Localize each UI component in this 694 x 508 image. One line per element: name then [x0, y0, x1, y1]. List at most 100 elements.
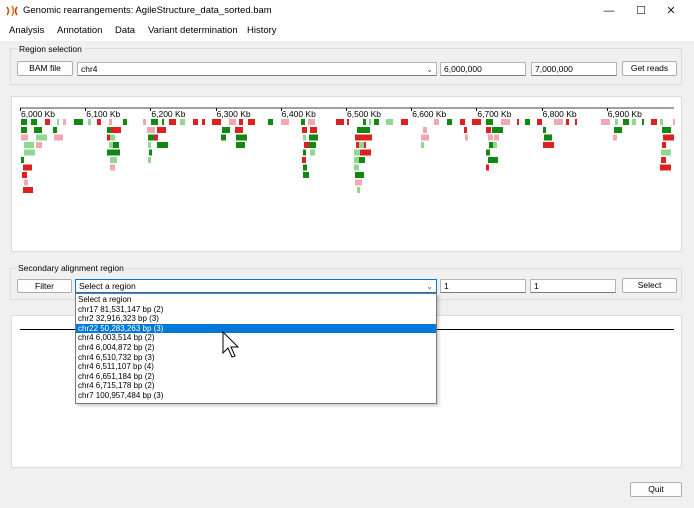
- window-title: Genomic rearrangements: AgileStructure_d…: [23, 5, 272, 16]
- read-block: [347, 119, 349, 125]
- read-block: [493, 142, 497, 148]
- read-block: [661, 157, 666, 163]
- read-block: [21, 127, 27, 133]
- read-block: [566, 119, 569, 125]
- read-block: [24, 142, 34, 148]
- dropdown-option[interactable]: chr4 6,510,732 bp (3): [76, 353, 436, 363]
- read-block: [222, 127, 230, 133]
- read-block: [112, 149, 120, 156]
- read-block: [22, 172, 27, 178]
- read-block: [544, 134, 552, 141]
- read-block: [357, 187, 360, 193]
- read-block: [543, 142, 554, 148]
- menu-annotation[interactable]: Annotation: [57, 25, 102, 36]
- read-block: [143, 119, 146, 125]
- menu-data[interactable]: Data: [115, 25, 135, 36]
- read-block: [361, 127, 370, 133]
- read-block: [36, 142, 42, 148]
- dropdown-option[interactable]: Select a region: [76, 295, 436, 305]
- read-block: [355, 172, 364, 178]
- read-block: [147, 127, 155, 133]
- secondary-region-label: Secondary alignment region: [16, 263, 126, 273]
- chevron-down-icon: ⌄: [426, 65, 433, 74]
- read-block: [601, 119, 610, 125]
- menu-history[interactable]: History: [247, 25, 277, 36]
- region-dropdown-list[interactable]: Select a region chr17 81,531,147 bp (2) …: [75, 293, 437, 404]
- filter-button[interactable]: Filter: [17, 279, 72, 293]
- read-block: [21, 119, 27, 125]
- menu-analysis[interactable]: Analysis: [9, 25, 44, 36]
- read-block: [543, 127, 546, 133]
- read-block: [302, 127, 307, 133]
- read-block: [169, 119, 176, 125]
- menu-variant-determination[interactable]: Variant determination: [148, 25, 238, 36]
- title-bar: Genomic rearrangements: AgileStructure_d…: [0, 0, 694, 22]
- read-block: [369, 119, 371, 125]
- read-block: [359, 157, 365, 163]
- read-block: [460, 119, 465, 125]
- read-block: [472, 119, 481, 125]
- read-block: [239, 119, 243, 125]
- read-block: [212, 119, 221, 125]
- read-block: [229, 119, 236, 125]
- close-button[interactable]: ✕: [648, 0, 694, 22]
- read-block: [575, 119, 577, 125]
- dropdown-option[interactable]: chr4 6,715,178 bp (2): [76, 381, 436, 391]
- read-block: [309, 134, 318, 141]
- read-block: [21, 157, 24, 163]
- read-block: [268, 119, 273, 125]
- read-block: [24, 149, 35, 156]
- read-block: [63, 119, 66, 125]
- read-block: [310, 149, 315, 156]
- region-combo[interactable]: Select a region ⌄: [75, 279, 437, 293]
- read-block: [423, 127, 427, 133]
- read-block: [554, 119, 563, 125]
- dropdown-option[interactable]: chr4 6,511,107 bp (4): [76, 362, 436, 372]
- read-block: [623, 119, 629, 125]
- read-block: [302, 157, 306, 163]
- read-block: [45, 119, 50, 125]
- dropdown-option-highlighted[interactable]: chr22 50,283,263 bp (3): [76, 323, 436, 334]
- read-block: [386, 119, 393, 125]
- read-block: [537, 119, 542, 125]
- select-button[interactable]: Select: [622, 278, 677, 293]
- read-block: [360, 149, 371, 156]
- reads-panel: 6,000 Kb 6,100 Kb 6,200 Kb 6,300 Kb 6,400 Kb…: [11, 96, 682, 252]
- dropdown-option[interactable]: chr7 100,957,484 bp (3): [76, 391, 436, 401]
- read-block: [613, 134, 617, 141]
- read-block: [157, 142, 168, 148]
- region-combo-value: Select a region: [79, 281, 136, 291]
- read-block: [421, 134, 429, 141]
- end-position-input[interactable]: 7,000,000: [531, 62, 617, 76]
- read-block: [363, 119, 366, 125]
- read-block: [23, 164, 32, 171]
- get-reads-button[interactable]: Get reads: [622, 61, 677, 76]
- secondary-end-input[interactable]: 1: [530, 279, 616, 293]
- dropdown-option[interactable]: chr4 6,651,184 bp (2): [76, 372, 436, 382]
- read-block: [303, 134, 306, 141]
- read-block: [123, 119, 127, 125]
- app-icon: [6, 5, 18, 17]
- read-block: [110, 134, 115, 141]
- read-block: [486, 164, 489, 171]
- read-block: [303, 149, 306, 156]
- dropdown-option[interactable]: chr17 81,531,147 bp (2): [76, 305, 436, 315]
- read-block: [21, 134, 28, 141]
- read-block: [488, 157, 498, 163]
- read-block: [492, 127, 503, 133]
- dropdown-option[interactable]: chr4 6,004,872 bp (2): [76, 343, 436, 353]
- reads-plot[interactable]: [12, 97, 681, 251]
- read-block: [221, 134, 226, 141]
- read-block: [162, 119, 164, 125]
- secondary-start-input[interactable]: 1: [440, 279, 526, 293]
- read-block: [53, 127, 57, 133]
- read-block: [662, 127, 671, 133]
- bam-file-button[interactable]: BAM file: [17, 61, 73, 76]
- quit-button[interactable]: Quit: [630, 482, 682, 497]
- start-position-input[interactable]: 6,000,000: [440, 62, 526, 76]
- dropdown-option[interactable]: chr2 32,916,323 bp (3): [76, 314, 436, 324]
- chromosome-select[interactable]: chr4 ⌄: [77, 62, 437, 76]
- read-block: [54, 134, 63, 141]
- dropdown-option[interactable]: chr4 6,003,514 bp (2): [76, 333, 436, 343]
- region-selection-label: Region selection: [17, 44, 84, 54]
